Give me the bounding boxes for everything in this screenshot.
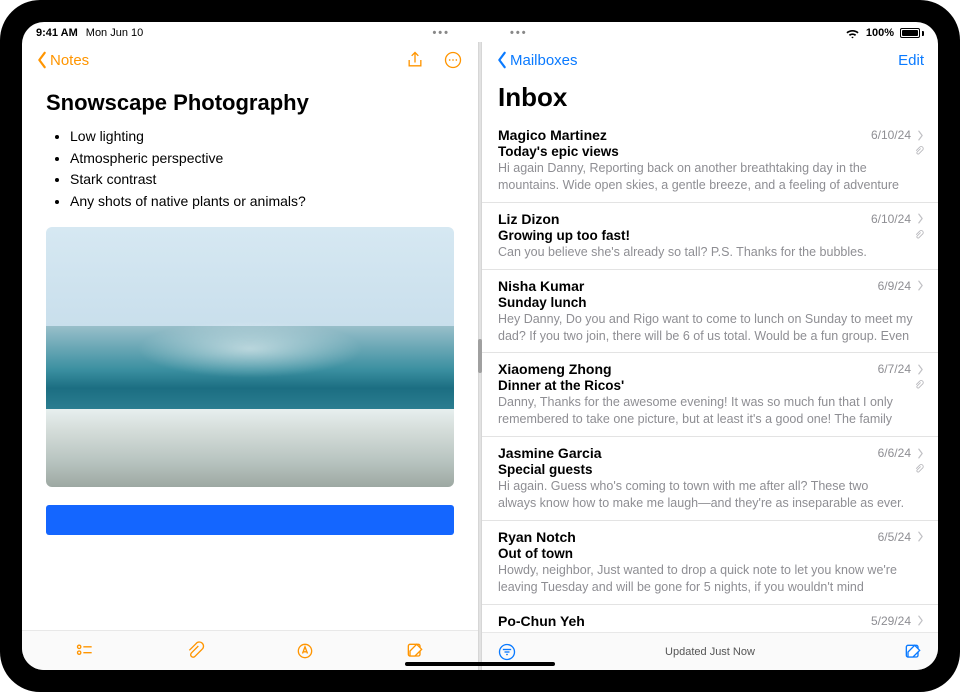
attachment-icon[interactable] bbox=[184, 640, 206, 662]
filter-icon[interactable] bbox=[496, 641, 518, 663]
message-sender: Nisha Kumar bbox=[498, 278, 584, 294]
message-preview: Hi again. Guess who's coming to town wit… bbox=[498, 478, 908, 512]
note-bullet-list: Low lighting Atmospheric perspective Sta… bbox=[46, 126, 454, 213]
status-time: 9:41 AM bbox=[36, 27, 78, 39]
message-preview: Hi again Danny, Reporting back on anothe… bbox=[498, 160, 908, 194]
message-row[interactable]: Xiaomeng Zhong 6/7/24 Dinner at the Ricos'… bbox=[482, 353, 938, 437]
message-row[interactable]: Magico Martinez 6/10/24 Today's epic views… bbox=[482, 119, 938, 203]
chevron-right-icon bbox=[917, 448, 924, 459]
message-sender: Liz Dizon bbox=[498, 211, 559, 227]
attachment-indicator-icon bbox=[914, 463, 924, 475]
message-preview: Howdy, neighbor, Just wanted to drop a q… bbox=[498, 562, 918, 596]
message-sender: Magico Martinez bbox=[498, 127, 607, 143]
message-sender: Jasmine Garcia bbox=[498, 445, 602, 461]
message-subject: Out of town bbox=[498, 546, 918, 561]
message-date: 6/10/24 bbox=[871, 212, 911, 226]
message-list[interactable]: Magico Martinez 6/10/24 Today's epic views… bbox=[482, 119, 938, 632]
notes-back-label: Notes bbox=[50, 52, 89, 69]
message-row[interactable]: Jasmine Garcia 6/6/24 Special guestsHi aga… bbox=[482, 437, 938, 521]
note-title: Snowscape Photography bbox=[46, 90, 454, 116]
message-sender: Xiaomeng Zhong bbox=[498, 361, 612, 377]
mail-edit-button[interactable]: Edit bbox=[898, 52, 924, 69]
chevron-right-icon bbox=[917, 364, 924, 375]
message-date: 6/9/24 bbox=[878, 279, 911, 293]
notes-pane: Notes Snowscape Photography Low l bbox=[22, 42, 478, 670]
note-attached-image[interactable] bbox=[46, 227, 454, 487]
chevron-right-icon bbox=[917, 280, 924, 291]
compose-mail-icon[interactable] bbox=[902, 641, 924, 663]
message-subject: Special guests bbox=[498, 462, 908, 477]
message-preview: Hey Danny, Do you and Rigo want to come … bbox=[498, 311, 918, 345]
note-content[interactable]: Snowscape Photography Low lighting Atmos… bbox=[22, 78, 478, 630]
multitask-dots-left[interactable]: ••• bbox=[432, 27, 450, 39]
mail-back-label: Mailboxes bbox=[510, 52, 578, 69]
note-bullet: Low lighting bbox=[70, 126, 454, 148]
message-sender: Po-Chun Yeh bbox=[498, 613, 585, 629]
chevron-right-icon bbox=[917, 213, 924, 224]
chevron-right-icon bbox=[917, 130, 924, 141]
message-row[interactable]: Po-Chun Yeh 5/29/24 Lunch call? bbox=[482, 605, 938, 632]
status-bar: 9:41 AM Mon Jun 10 ••• ••• 100% bbox=[22, 22, 938, 42]
message-preview: Can you believe she's already so tall? P… bbox=[498, 244, 908, 261]
status-date: Mon Jun 10 bbox=[86, 27, 143, 39]
chevron-right-icon bbox=[917, 615, 924, 626]
message-date: 6/7/24 bbox=[878, 362, 911, 376]
message-preview: Danny, Thanks for the awesome evening! I… bbox=[498, 394, 908, 428]
message-date: 6/10/24 bbox=[871, 128, 911, 142]
message-date: 5/29/24 bbox=[871, 614, 911, 628]
markup-icon[interactable] bbox=[294, 640, 316, 662]
battery-percent: 100% bbox=[866, 27, 894, 39]
inbox-title: Inbox bbox=[482, 78, 938, 119]
message-row[interactable]: Ryan Notch 6/5/24 Out of townHowdy, neighb… bbox=[482, 521, 938, 605]
message-date: 6/6/24 bbox=[878, 446, 911, 460]
message-row[interactable]: Nisha Kumar 6/9/24 Sunday lunchHey Danny, … bbox=[482, 270, 938, 354]
home-indicator[interactable] bbox=[405, 662, 555, 666]
message-sender: Ryan Notch bbox=[498, 529, 576, 545]
message-subject: Lunch call? bbox=[498, 630, 918, 632]
note-secondary-image[interactable] bbox=[46, 505, 454, 535]
share-icon[interactable] bbox=[404, 49, 426, 71]
message-row[interactable]: Liz Dizon 6/10/24 Growing up too fast!Can … bbox=[482, 203, 938, 270]
compose-note-icon[interactable] bbox=[404, 640, 426, 662]
attachment-indicator-icon bbox=[914, 145, 924, 157]
chevron-right-icon bbox=[917, 531, 924, 542]
message-subject: Sunday lunch bbox=[498, 295, 918, 310]
message-subject: Today's epic views bbox=[498, 144, 908, 159]
note-bullet: Any shots of native plants or animals? bbox=[70, 191, 454, 213]
mailboxes-back-button[interactable]: Mailboxes bbox=[496, 51, 578, 69]
more-icon[interactable] bbox=[442, 49, 464, 71]
note-bullet: Atmospheric perspective bbox=[70, 148, 454, 170]
note-bullet: Stark contrast bbox=[70, 169, 454, 191]
notes-navbar: Notes bbox=[22, 42, 478, 78]
checklist-icon[interactable] bbox=[74, 640, 96, 662]
wifi-icon bbox=[845, 28, 860, 39]
message-subject: Growing up too fast! bbox=[498, 228, 908, 243]
attachment-indicator-icon bbox=[914, 229, 924, 241]
notes-back-button[interactable]: Notes bbox=[36, 51, 89, 69]
message-date: 6/5/24 bbox=[878, 530, 911, 544]
mail-status-text: Updated Just Now bbox=[518, 646, 902, 658]
mail-pane: Mailboxes Edit Inbox Magico Martinez 6/10… bbox=[482, 42, 938, 670]
attachment-indicator-icon bbox=[914, 379, 924, 391]
battery-icon bbox=[900, 28, 924, 38]
message-subject: Dinner at the Ricos' bbox=[498, 378, 908, 393]
mail-navbar: Mailboxes Edit bbox=[482, 42, 938, 78]
multitask-dots-right[interactable]: ••• bbox=[510, 27, 528, 39]
